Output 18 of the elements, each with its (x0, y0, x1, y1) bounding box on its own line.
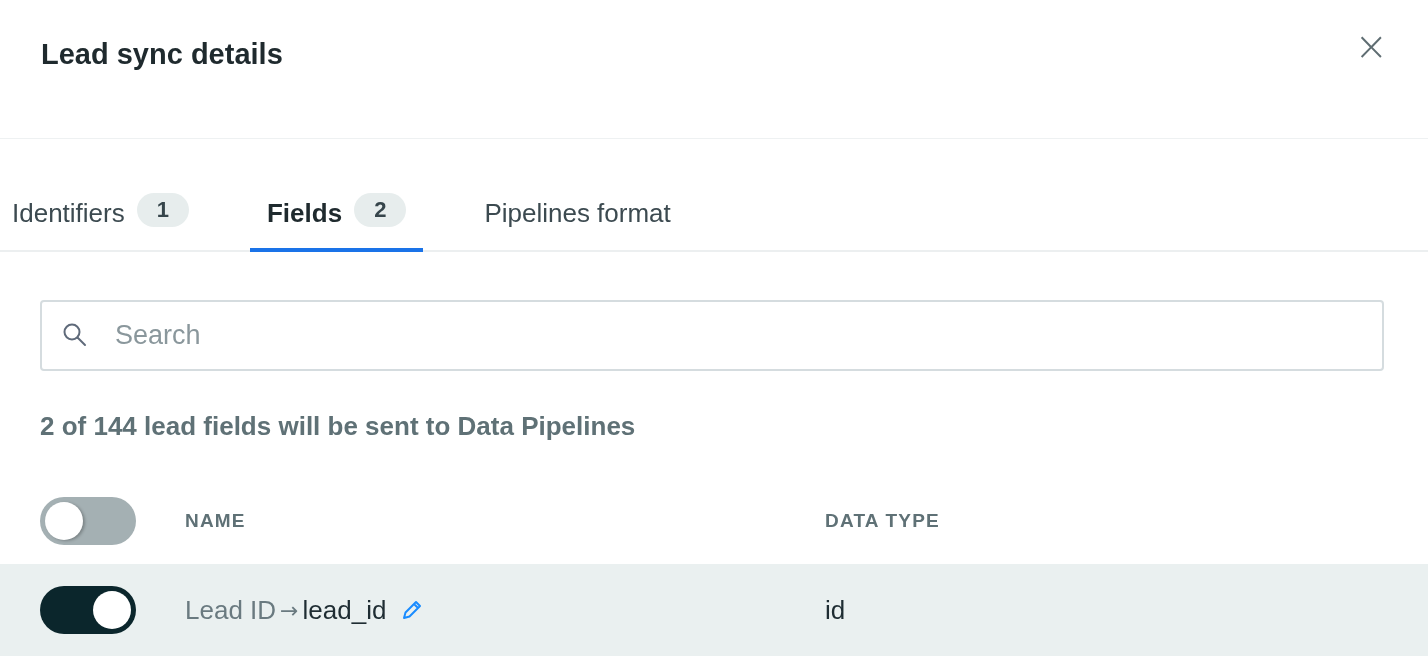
table-cell: id (825, 594, 846, 625)
close-button[interactable]: × (1354, 26, 1388, 66)
count-badge: 1 (136, 193, 189, 227)
search-icon (62, 322, 88, 348)
search-field[interactable]: Search (40, 300, 1384, 371)
column-header: DATA TYPE (825, 510, 940, 531)
summary-text: 2 of 144 lead fields will be sent to Data Pipelines (40, 411, 637, 442)
target-field: lead_id (302, 594, 387, 626)
tab[interactable]: Pipelines format (467, 191, 688, 252)
tab[interactable]: Identifiers 1 (0, 191, 206, 252)
count-badge: 2 (354, 193, 407, 227)
column-header: NAME (185, 510, 246, 531)
toggle-switch[interactable] (40, 586, 136, 634)
source-field: Lead ID (185, 594, 277, 626)
tab[interactable]: Fields 2 (250, 191, 424, 252)
arrow: → (280, 597, 299, 623)
toggle-switch[interactable] (40, 497, 136, 545)
dialog-title: Lead sync details (41, 38, 283, 71)
